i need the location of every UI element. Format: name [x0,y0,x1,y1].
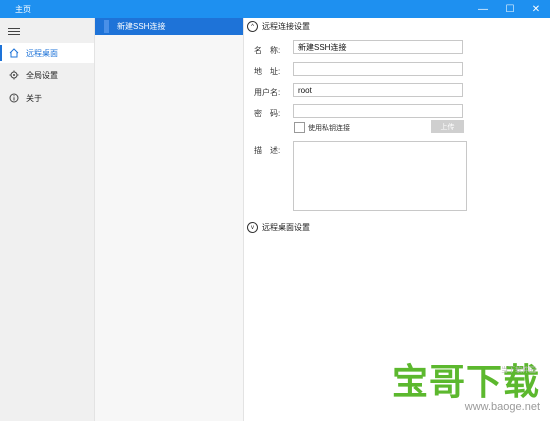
address-input[interactable] [293,62,463,76]
password-label: 密 码: [254,109,281,118]
upload-button[interactable]: 上传 [431,120,464,133]
sidebar-item-label: 关于 [26,93,42,103]
minimize-button[interactable]: — [469,0,497,18]
password-input[interactable] [293,104,463,118]
section-title: 远程连接设置 [262,22,310,31]
private-key-label: 使用私钥连接 [308,125,350,132]
sidebar-item-about[interactable]: 关于 [0,88,94,108]
watermark-sub: 当下软件园 [501,367,536,374]
info-icon [8,92,20,104]
sidebar-item-label: 全局设置 [26,70,58,80]
name-label: 名 称: [254,46,281,55]
sidebar-item-global-settings[interactable]: 全局设置 [0,65,94,85]
username-label: 用户名: [254,88,281,97]
hamburger-icon[interactable] [8,26,20,38]
private-key-checkbox[interactable] [294,122,305,133]
chevron-up-icon: ^ [247,21,258,32]
chevron-down-icon: v [247,222,258,233]
connection-list: 新建SSH连接 [95,18,244,421]
address-label: 地 址: [254,67,281,76]
sidebar-item-remote-desktop[interactable]: 远程桌面 [0,43,94,63]
description-label: 描 述: [254,146,281,155]
close-button[interactable]: ✕ [522,0,550,18]
description-textarea[interactable] [293,141,467,211]
sidebar: 远程桌面 全局设置 关于 [0,18,95,421]
window-title: 主页 [15,5,31,14]
section-title: 远程桌面设置 [262,223,310,232]
watermark-brand: 宝哥下载 [391,362,540,403]
username-input[interactable]: root [293,83,463,97]
name-input[interactable]: 新建SSH连接 [293,40,463,54]
gear-icon [8,69,20,81]
sidebar-item-label: 远程桌面 [26,48,58,58]
remote-connection-settings-header[interactable]: ^ 远程连接设置 [247,21,310,32]
list-item[interactable]: 新建SSH连接 [95,18,243,35]
watermark: 宝哥下载 当下软件园 www.baoge.net [392,353,540,413]
title-bar: 主页 — ☐ ✕ [0,0,550,18]
remote-desktop-settings-header[interactable]: v 远程桌面设置 [247,222,310,233]
home-icon [8,47,20,59]
connection-label: 新建SSH连接 [117,22,166,31]
maximize-button[interactable]: ☐ [496,0,524,18]
connection-icon [104,20,109,33]
